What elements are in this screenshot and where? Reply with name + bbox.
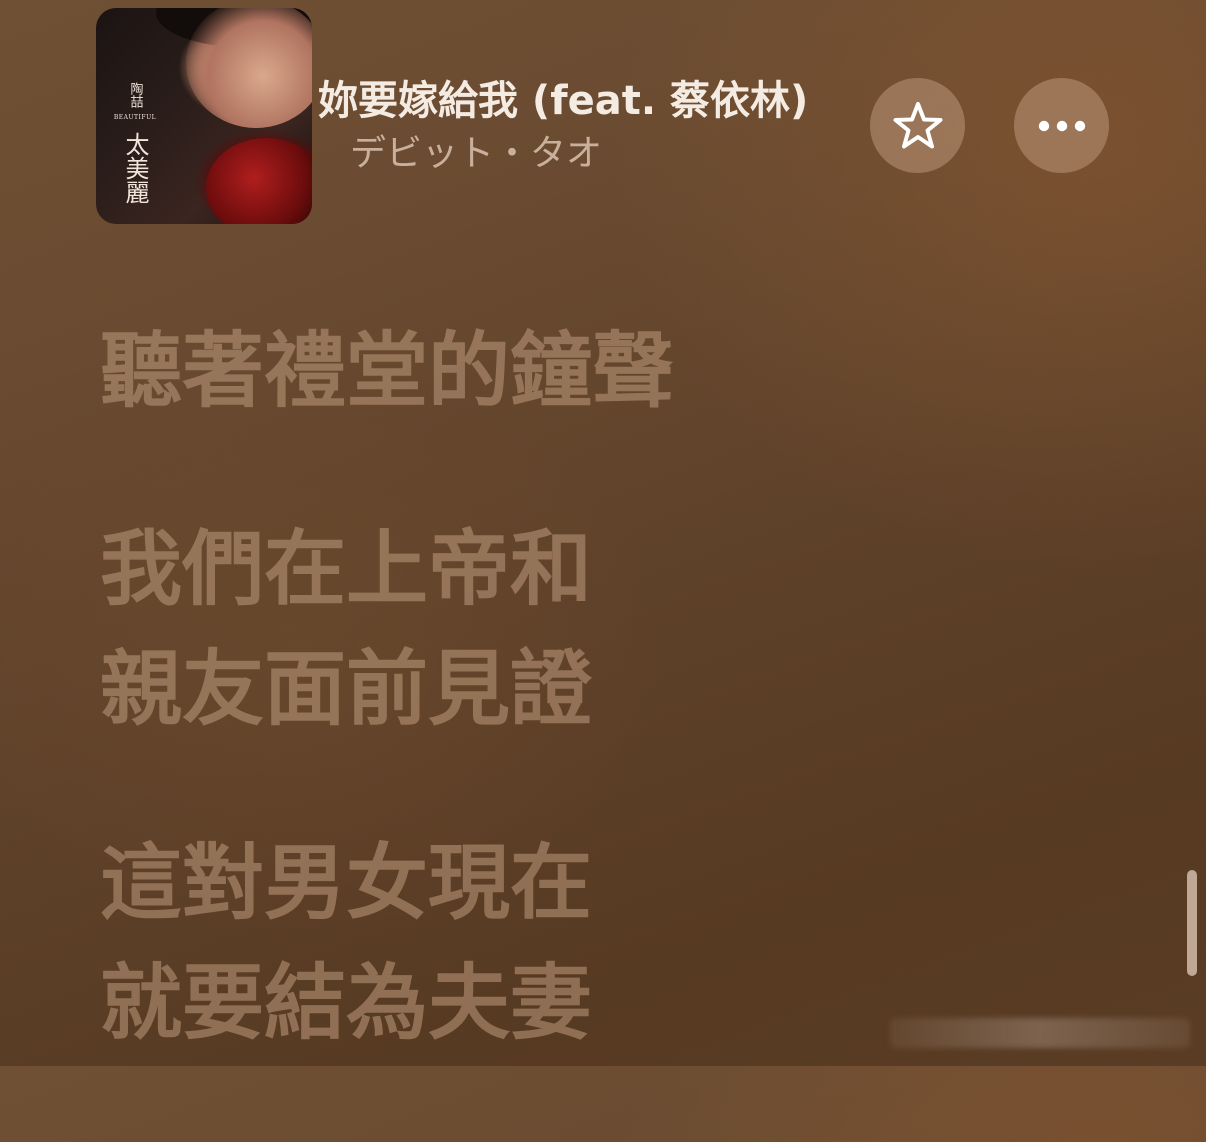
lyric-line: 我們在上帝和 <box>100 522 593 617</box>
album-art-subtitle: BEAUTIFUL <box>113 114 157 121</box>
star-outline-icon <box>893 101 942 148</box>
lyric-line: 親友面前見證 <box>100 642 593 737</box>
scrollbar-thumb[interactable] <box>1187 870 1197 976</box>
more-options-button[interactable] <box>1014 78 1109 173</box>
album-art-title: 太美麗 <box>121 132 149 204</box>
lyric-line-group[interactable]: 聽著禮堂的鐘聲 <box>100 312 1100 432</box>
album-art-lettering: 陶喆 BEAUTIFUL 太美麗 <box>112 80 158 213</box>
ellipsis-icon <box>1038 120 1085 131</box>
song-title-container: 妳要嫁給我 (feat. 蔡依林) <box>318 72 858 130</box>
blurred-watermark <box>890 1018 1190 1048</box>
lyric-line: 聽著禮堂的鐘聲 <box>100 324 675 419</box>
favorite-button[interactable] <box>870 78 965 173</box>
lyric-line: 這對男女現在 <box>100 836 593 931</box>
album-art-face <box>186 8 312 128</box>
song-title: 妳要嫁給我 (feat. 蔡依林) <box>318 78 809 124</box>
album-artwork[interactable]: 陶喆 BEAUTIFUL 太美麗 <box>96 8 312 224</box>
now-playing-header: 陶喆 BEAUTIFUL 太美麗 妳要嫁給我 (feat. 蔡依林) デビット・… <box>0 0 1206 240</box>
album-art-artist: 陶喆 <box>127 82 143 108</box>
album-art-rose <box>206 138 312 224</box>
song-artist[interactable]: デビット・タオ <box>350 130 602 178</box>
lyric-line-group[interactable]: 我們在上帝和 親友面前見證 <box>100 510 1100 750</box>
